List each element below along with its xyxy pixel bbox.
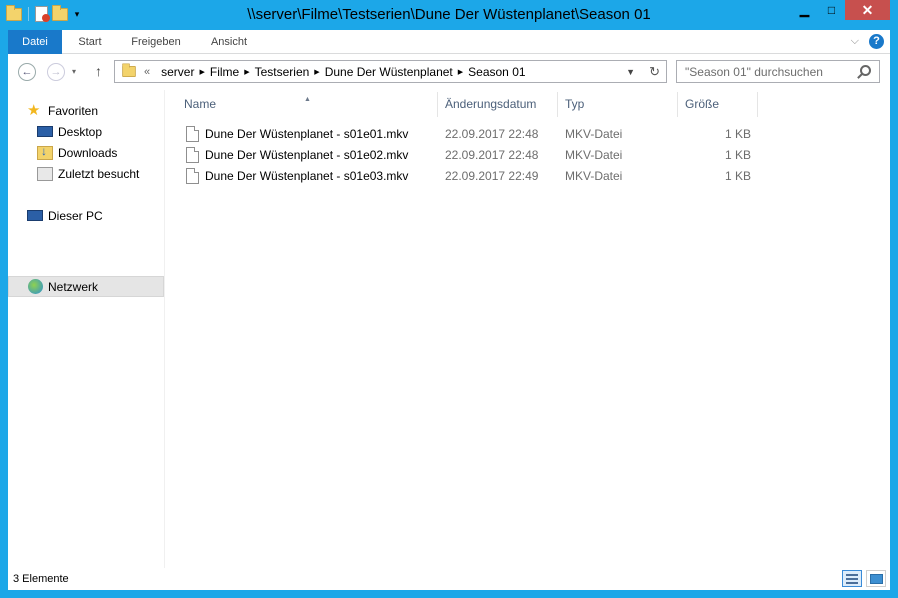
sidebar-item-favorites[interactable]: ★ Favoriten: [8, 100, 164, 121]
breadcrumb-season[interactable]: Season 01: [463, 65, 530, 79]
sidebar-item-network[interactable]: Netzwerk: [8, 276, 164, 297]
downloads-icon: [37, 144, 53, 160]
column-header-size[interactable]: Größe: [678, 92, 758, 117]
large-icons-view-button[interactable]: [866, 570, 886, 587]
forward-button[interactable]: →: [47, 63, 65, 81]
file-date: 22.09.2017 22:48: [445, 126, 539, 141]
caption-buttons: ▁ □ ✕: [791, 0, 890, 20]
navigation-bar: ← → ▾ ↑ « server ▶ Filme ▶ Testserien ▶ …: [8, 54, 890, 90]
file-name-cell: Dune Der Wüstenplanet - s01e02.mkv: [166, 146, 438, 163]
search-box[interactable]: [676, 60, 880, 83]
sidebar-item-downloads[interactable]: Downloads: [8, 142, 164, 163]
desktop-icon: [37, 126, 53, 137]
breadcrumb-testserien[interactable]: Testserien: [250, 65, 315, 79]
address-overflow-chevron[interactable]: «: [137, 66, 156, 78]
maximize-button[interactable]: □: [818, 0, 845, 20]
help-icon[interactable]: ?: [869, 34, 884, 49]
status-bar: 3 Elemente: [8, 568, 890, 590]
sidebar-item-label: Desktop: [58, 124, 103, 139]
title-bar: ▾ \\server\Filme\Testserien\Dune Der Wüs…: [0, 0, 898, 30]
recent-places-icon: [37, 166, 53, 181]
sidebar-item-desktop[interactable]: Desktop: [8, 121, 164, 142]
ribbon-controls: ⌵ ?: [851, 34, 884, 49]
file-date: 22.09.2017 22:49: [445, 168, 539, 183]
breadcrumb-filme[interactable]: Filme: [205, 65, 244, 79]
item-count: 3 Elemente: [13, 573, 69, 585]
address-bar[interactable]: « server ▶ Filme ▶ Testserien ▶ Dune Der…: [114, 60, 667, 83]
file-name: Dune Der Wüstenplanet - s01e02.mkv: [205, 147, 409, 162]
window-title: \\server\Filme\Testserien\Dune Der Wüste…: [247, 6, 651, 23]
sort-ascending-icon: ▲: [304, 96, 311, 103]
sidebar-item-label: Dieser PC: [48, 208, 103, 223]
file-size: 1 KB: [724, 168, 751, 183]
file-icon: [186, 146, 199, 163]
search-input[interactable]: [677, 61, 847, 82]
sidebar-item-label: Zuletzt besucht: [58, 166, 140, 181]
file-type: MKV-Datei: [565, 126, 623, 141]
view-switcher: [842, 570, 886, 587]
address-folder-icon: [122, 63, 136, 78]
file-name-cell: Dune Der Wüstenplanet - s01e01.mkv: [166, 125, 438, 142]
sidebar-item-recent-places[interactable]: Zuletzt besucht: [8, 163, 164, 184]
table-row[interactable]: Dune Der Wüstenplanet - s01e01.mkv 22.09…: [166, 123, 758, 144]
tab-file[interactable]: Datei: [8, 30, 62, 54]
search-icon[interactable]: [860, 65, 871, 76]
file-icon: [186, 125, 199, 142]
column-header-name[interactable]: ▲ Name: [166, 92, 438, 117]
table-row[interactable]: Dune Der Wüstenplanet - s01e03.mkv 22.09…: [166, 165, 758, 186]
sidebar-item-label: Favoriten: [48, 103, 99, 118]
sidebar-item-this-pc[interactable]: Dieser PC: [8, 205, 164, 226]
file-type: MKV-Datei: [565, 147, 623, 162]
computer-icon: [27, 210, 43, 221]
column-header-label: Name: [184, 97, 217, 111]
tab-start[interactable]: Start: [66, 30, 114, 54]
ribbon-tabs: Datei Start Freigeben Ansicht ⌵ ?: [8, 30, 890, 54]
up-button[interactable]: ↑: [95, 63, 102, 79]
large-icons-view-icon: [869, 573, 883, 584]
navigation-pane: ★ Favoriten Desktop Downloads Zuletzt be…: [8, 90, 165, 568]
refresh-icon[interactable]: ↻: [643, 64, 666, 80]
close-button[interactable]: ✕: [845, 0, 890, 20]
network-icon: [28, 279, 43, 294]
file-list: ▲ Name Änderungsdatum Typ Größe Dune Der…: [166, 90, 890, 568]
sidebar-item-label: Downloads: [58, 145, 118, 160]
details-view-icon: [846, 573, 858, 584]
explorer-window: ▾ \\server\Filme\Testserien\Dune Der Wüs…: [0, 0, 898, 598]
column-headers: ▲ Name Änderungsdatum Typ Größe: [166, 92, 758, 117]
breadcrumb-dune[interactable]: Dune Der Wüstenplanet: [320, 65, 458, 79]
file-icon: [186, 167, 199, 184]
file-date: 22.09.2017 22:48: [445, 147, 539, 162]
recent-locations-chevron-icon[interactable]: ▾: [72, 67, 76, 76]
expand-ribbon-chevron-icon[interactable]: ⌵: [851, 35, 859, 48]
file-name: Dune Der Wüstenplanet - s01e03.mkv: [205, 168, 409, 183]
sidebar-item-label: Netzwerk: [48, 279, 99, 294]
star-icon: ★: [27, 101, 41, 119]
window-body: Datei Start Freigeben Ansicht ⌵ ? ← → ▾ …: [8, 30, 890, 590]
file-name: Dune Der Wüstenplanet - s01e01.mkv: [205, 126, 409, 141]
address-controls: ▼ ↻: [618, 61, 666, 82]
column-header-date[interactable]: Änderungsdatum: [438, 92, 558, 117]
file-type: MKV-Datei: [565, 168, 623, 183]
tab-share[interactable]: Freigeben: [118, 30, 194, 54]
file-name-cell: Dune Der Wüstenplanet - s01e03.mkv: [166, 167, 438, 184]
table-row[interactable]: Dune Der Wüstenplanet - s01e02.mkv 22.09…: [166, 144, 758, 165]
minimize-button[interactable]: ▁: [791, 0, 818, 20]
column-header-type[interactable]: Typ: [558, 92, 678, 117]
details-view-button[interactable]: [842, 570, 862, 587]
tab-view[interactable]: Ansicht: [198, 30, 260, 54]
back-button[interactable]: ←: [18, 63, 36, 81]
address-history-chevron-icon[interactable]: ▼: [618, 67, 643, 77]
file-size: 1 KB: [724, 147, 751, 162]
file-size: 1 KB: [724, 126, 751, 141]
file-rows: Dune Der Wüstenplanet - s01e01.mkv 22.09…: [166, 123, 758, 186]
breadcrumb-server[interactable]: server: [156, 65, 199, 79]
